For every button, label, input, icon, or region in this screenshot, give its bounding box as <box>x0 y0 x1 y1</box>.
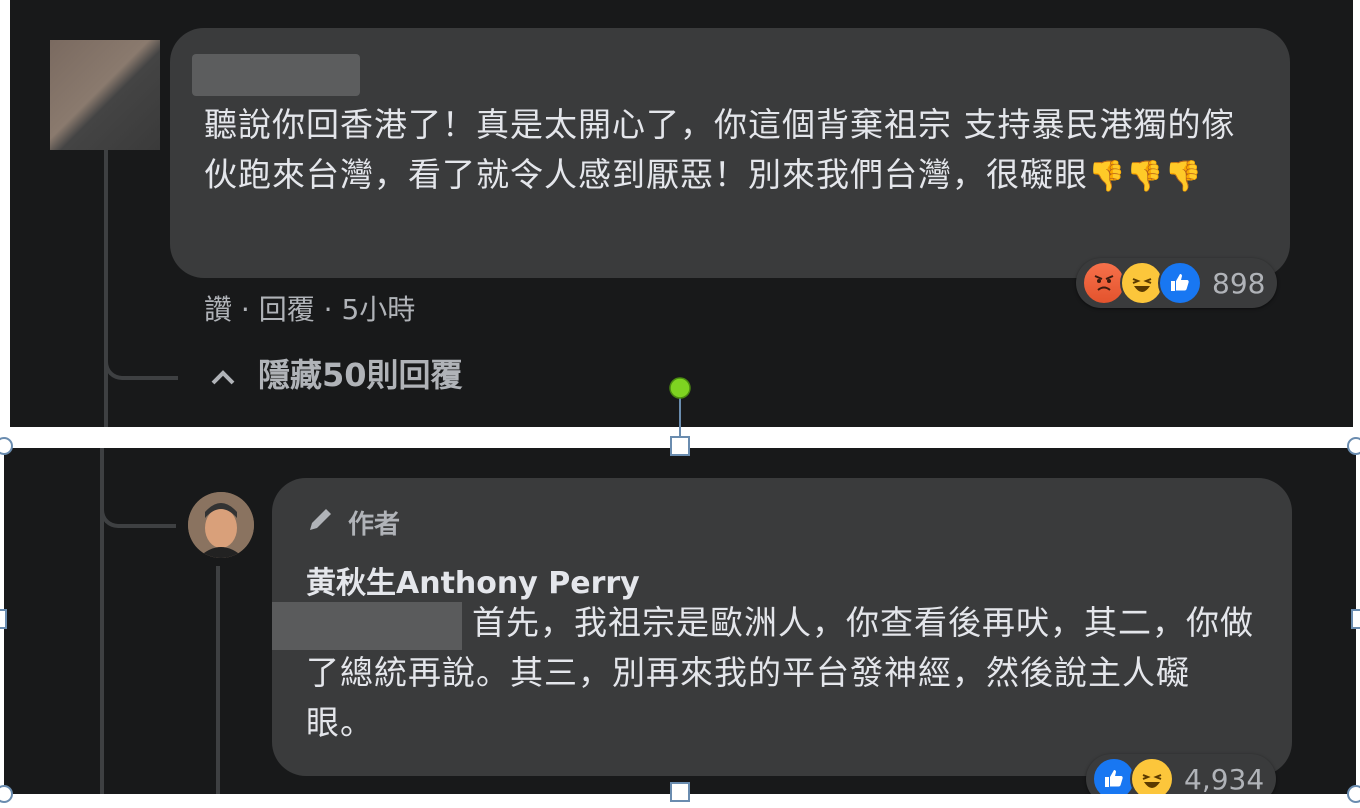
comment-actions: 讚 · 回覆 · 5小時 <box>204 293 416 326</box>
blurred-commenter-name[interactable] <box>192 54 360 96</box>
reply-body: 首先，我祖宗是歐洲人，你查看後再吠，其二，你做了總統再說。其三，別再來我的平台發… <box>306 603 1254 742</box>
chevron-up-icon <box>210 356 236 394</box>
thread-line <box>104 150 108 427</box>
thumbs-down-icons: 👎👎👎 <box>1088 159 1204 194</box>
reply-bubble: 作者 黄秋生Anthony Perry 首先，我祖宗是歐洲人，你查看後再吠，其二… <box>272 478 1292 776</box>
thread-connector <box>100 448 176 528</box>
avatar[interactable] <box>50 40 160 150</box>
reply-text: 首先，我祖宗是歐洲人，你查看後再吠，其二，你做了總統再說。其三，別再來我的平台發… <box>306 598 1256 748</box>
author-badge: 作者 <box>306 504 400 541</box>
comment-timestamp[interactable]: 5小時 <box>341 293 415 326</box>
like-action[interactable]: 讚 <box>204 293 232 326</box>
reaction-count: 898 <box>1212 266 1266 300</box>
comment-panel-top: 聽說你回香港了！真是太開心了，你這個背棄祖宗 支持暴民港獨的傢伙跑來台灣，看了就… <box>10 0 1353 427</box>
reply-reaction-summary[interactable]: 4,934 <box>1086 754 1277 795</box>
author-badge-label: 作者 <box>348 510 401 540</box>
reply-action[interactable]: 回覆 <box>259 293 315 326</box>
like-icon <box>1158 261 1202 305</box>
pencil-icon <box>306 504 336 541</box>
comment-body: 聽說你回香港了！真是太開心了，你這個背棄祖宗 支持暴民港獨的傢伙跑來台灣，看了就… <box>204 105 1236 194</box>
author-avatar[interactable] <box>188 492 254 558</box>
comment-panel-bottom: 作者 黄秋生Anthony Perry 首先，我祖宗是歐洲人，你查看後再吠，其二… <box>4 448 1356 794</box>
comment-text: 聽說你回香港了！真是太開心了，你這個背棄祖宗 支持暴民港獨的傢伙跑來台灣，看了就… <box>204 100 1264 202</box>
reaction-summary[interactable]: 898 <box>1076 258 1278 308</box>
reply-reaction-count: 4,934 <box>1184 762 1265 795</box>
author-name[interactable]: 黄秋生Anthony Perry <box>306 558 640 602</box>
hide-replies-button[interactable]: 隱藏50則回覆 <box>210 350 463 396</box>
comment-bubble: 聽說你回香港了！真是太開心了，你這個背棄祖宗 支持暴民港獨的傢伙跑來台灣，看了就… <box>170 28 1290 278</box>
thread-connector <box>104 340 178 380</box>
reply-thread-line <box>216 566 220 794</box>
hide-replies-label: 隱藏50則回覆 <box>258 356 463 394</box>
haha-icon <box>1130 757 1174 794</box>
